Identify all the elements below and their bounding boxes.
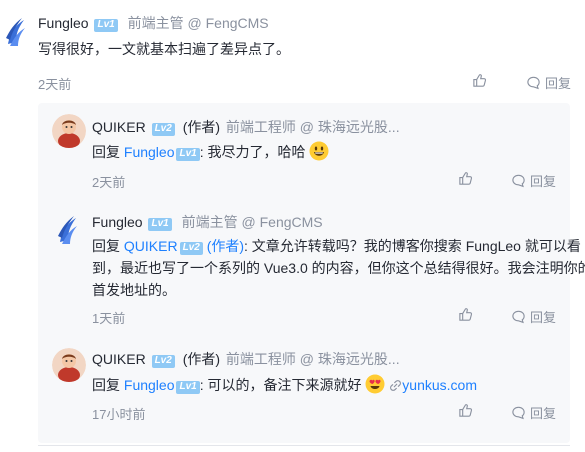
like-button[interactable] [458, 403, 473, 418]
link-icon [389, 376, 402, 398]
divider [38, 445, 570, 446]
reply-author: QUIKER Lv2 (作者) 前端工程师 @ 珠海远光股... [92, 117, 400, 137]
reply-content: 回复 Fungleo Lv1: 可以的，备注下来源就好 yunkus.com [92, 374, 477, 398]
reply-label: 回复 [530, 406, 557, 421]
like-button[interactable] [458, 307, 473, 322]
reply-label: 回复 [530, 310, 557, 325]
author-name[interactable]: Fungleo [92, 214, 143, 230]
reply-label: 回复 [545, 76, 572, 91]
author-title: 前端主管 @ FengCMS [127, 15, 269, 31]
comment-content: 写得很好，一文就基本扫遍了差异点了。 [38, 41, 290, 57]
avatar-fungleo[interactable] [56, 212, 78, 246]
level-badge: Lv2 [151, 123, 175, 136]
author-tag: (作者) [206, 238, 245, 254]
reply-to-user[interactable]: Fungleo [124, 144, 175, 160]
author-name[interactable]: QUIKER [92, 119, 146, 135]
reply-to-user[interactable]: QUIKER [124, 238, 178, 254]
reply-time: 1天前 [92, 311, 126, 326]
reply-to-user[interactable]: Fungleo [124, 377, 175, 393]
reply-label: 回复 [530, 174, 557, 189]
comment-bubble-icon [511, 173, 526, 188]
reply-button[interactable]: 回复 [511, 307, 556, 326]
reply-time: 17小时前 [92, 407, 146, 422]
level-badge: Lv1 [176, 148, 200, 161]
level-badge: Lv1 [148, 218, 172, 231]
author-tag: (作者) [182, 119, 221, 135]
comment-bubble-icon [511, 405, 526, 420]
comment-bubble-icon [511, 309, 526, 324]
reply-button[interactable]: 回复 [526, 73, 571, 92]
level-badge: Lv2 [179, 242, 203, 255]
author-name[interactable]: Fungleo [38, 15, 89, 31]
level-badge: Lv1 [176, 381, 200, 394]
external-link[interactable]: yunkus.com [389, 377, 477, 393]
reply-button[interactable]: 回复 [511, 171, 556, 190]
like-button[interactable] [472, 73, 487, 88]
comment-author: Fungleo Lv1 前端主管 @ FengCMS [38, 13, 269, 33]
comment-time: 2天前 [38, 77, 72, 92]
author-tag: (作者) [182, 351, 221, 367]
reply-author: QUIKER Lv2 (作者) 前端工程师 @ 珠海远光股... [92, 349, 400, 369]
avatar-quiker[interactable] [52, 114, 86, 148]
level-badge: Lv1 [94, 19, 118, 32]
level-badge: Lv2 [151, 355, 175, 368]
thumbs-up-icon [472, 73, 487, 88]
reply-time: 2天前 [92, 175, 126, 190]
reply-button[interactable]: 回复 [511, 403, 556, 422]
thumbs-up-icon [458, 171, 473, 186]
avatar-quiker[interactable] [52, 348, 86, 382]
reply-author: Fungleo Lv1 前端主管 @ FengCMS [92, 212, 323, 232]
comment-bubble-icon [526, 75, 541, 90]
thumbs-up-icon [458, 403, 473, 418]
grinning-emoji-icon [309, 141, 329, 161]
heart-eyes-emoji-icon [365, 374, 385, 394]
author-title: 前端工程师 @ 珠海远光股... [225, 351, 400, 367]
reply-content: 回复 QUIKER Lv2 (作者): 文章允许转载吗？我的博客你搜索 FungL… [92, 238, 585, 298]
author-title: 前端工程师 @ 珠海远光股... [225, 119, 400, 135]
author-title: 前端主管 @ FengCMS [181, 214, 323, 230]
thumbs-up-icon [458, 307, 473, 322]
like-button[interactable] [458, 171, 473, 186]
author-name[interactable]: QUIKER [92, 351, 146, 367]
avatar-fungleo[interactable] [4, 14, 26, 48]
reply-content: 回复 Fungleo Lv1: 我尽力了，哈哈 [92, 141, 329, 163]
